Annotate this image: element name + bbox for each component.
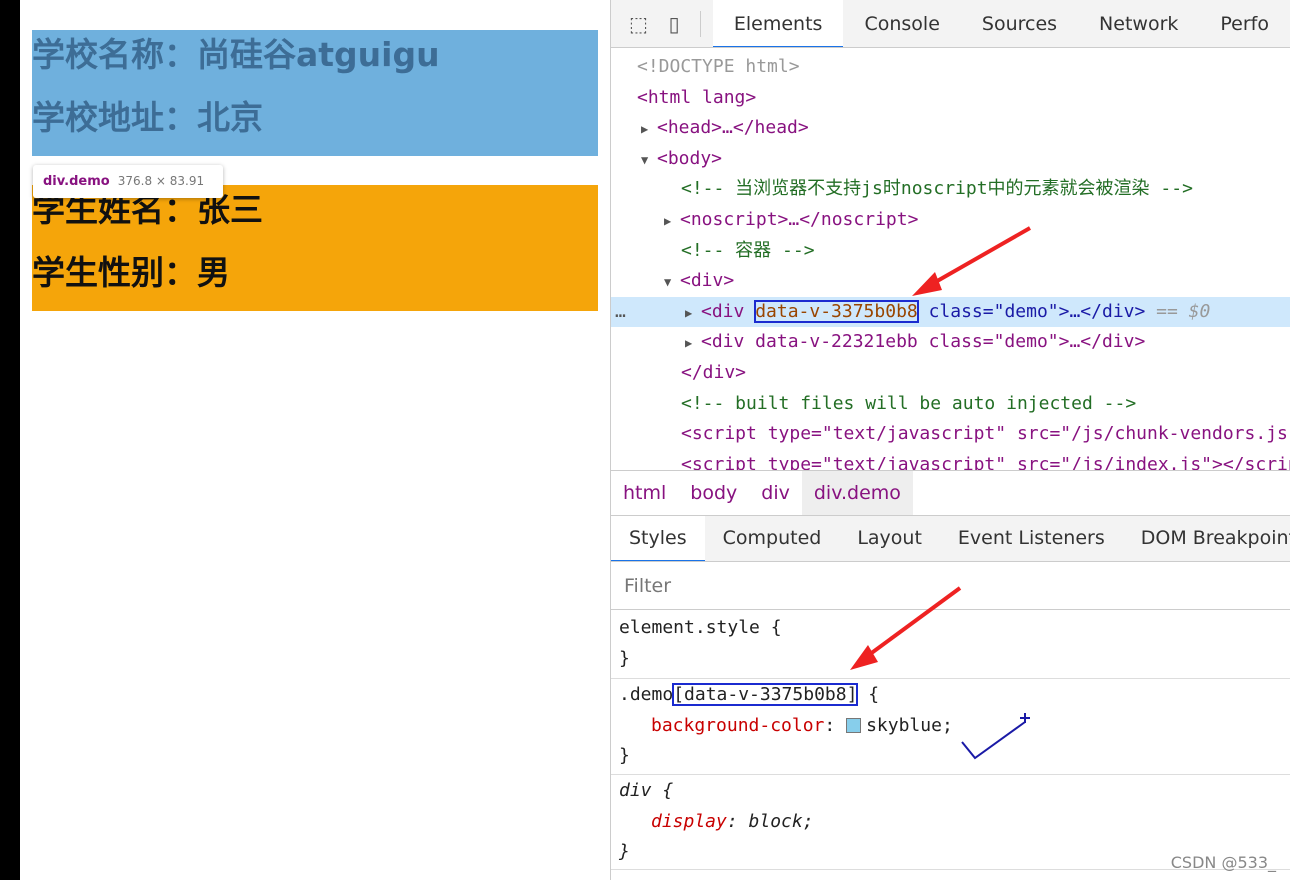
tree-node-div-close[interactable]: </div> (611, 358, 1290, 389)
rule-selector-line: .demo[data-v-3375b0b8] { (619, 680, 1290, 711)
collapse-triangle-icon[interactable]: ▼ (641, 145, 657, 176)
tree-node-comment[interactable]: <!-- 容器 --> (611, 236, 1290, 267)
devtools-panel: ⬚ ▯ Elements Console Sources Network Per… (610, 0, 1290, 880)
rendered-page: 学校名称：尚硅谷atguigu 学校地址：北京 div.demo 376.8 × … (20, 0, 610, 880)
expand-triangle-icon[interactable]: ▶ (641, 114, 657, 145)
css-property: display (651, 810, 727, 832)
breadcrumb-body[interactable]: body (678, 471, 749, 515)
more-dots-icon[interactable]: … (615, 297, 626, 328)
comment-text: <!-- 当浏览器不支持js时noscript中的元素就会被渲染 --> (681, 178, 1193, 200)
css-property: background-color (651, 714, 825, 736)
div-tag-open: <div (701, 300, 756, 322)
rule-selector: .demo (619, 684, 674, 705)
scoped-attr-selector-highlight: [data-v-3375b0b8] (672, 683, 859, 706)
tree-node-selected-div[interactable]: … ▶ <div data-v-3375b0b8 class="demo">…</… (611, 296, 1290, 329)
tree-node-body[interactable]: ▼ <body> (611, 144, 1290, 175)
script-tag: <script type="text/javascript" src="/js/… (681, 453, 1290, 470)
html-tag: <html lang> (637, 86, 757, 108)
tab-styles[interactable]: Styles (611, 516, 705, 561)
css-value: block (748, 810, 803, 832)
school-demo-box[interactable]: 学校名称：尚硅谷atguigu 学校地址：北京 (32, 30, 598, 156)
tree-node-head[interactable]: ▶ <head>…</head> (611, 113, 1290, 144)
noscript-tag: <noscript>…</noscript> (680, 208, 919, 230)
student-demo-box[interactable]: 学生姓名：张三 学生性别：男 (32, 185, 598, 311)
expand-triangle-icon[interactable]: ▶ (685, 298, 701, 329)
tooltip-selector: div.demo (43, 174, 110, 189)
device-toggle-icon[interactable]: ▯ (666, 11, 682, 37)
breadcrumb-div-demo[interactable]: div.demo (801, 471, 913, 515)
tab-sources[interactable]: Sources (961, 0, 1078, 47)
watermark: CSDN @533_ (1170, 853, 1276, 872)
expand-triangle-icon[interactable]: ▶ (685, 328, 701, 359)
rule-selector: element.style { (619, 617, 782, 638)
tooltip-size: 376.8 × 83.91 (117, 174, 205, 188)
school-address: 学校地址：北京 (32, 98, 263, 137)
div-close-tag: </div> (681, 361, 747, 383)
tab-dom-breakpoints[interactable]: DOM Breakpoints (1123, 516, 1290, 561)
tab-network[interactable]: Network (1078, 0, 1199, 47)
selected-marker: == $0 (1156, 300, 1211, 322)
element-style-rule: element.style { } (611, 613, 1290, 679)
script-tag: <script type="text/javascript" src="/js/… (681, 423, 1290, 445)
tree-node-html[interactable]: <html lang> (611, 83, 1290, 114)
divider (700, 10, 701, 37)
scoped-attr-highlight: data-v-3375b0b8 (754, 299, 919, 323)
tree-node-div[interactable]: ▼ <div> (611, 266, 1290, 297)
body-tag: <body> (657, 147, 723, 169)
dom-tree: <!DOCTYPE html> <html lang> ▶ <head>…</he… (611, 52, 1290, 470)
tree-node-div[interactable]: ▶ <div data-v-22321ebb class="demo">…</di… (611, 327, 1290, 358)
tab-performance[interactable]: Perfo (1199, 0, 1290, 47)
comment-text: <!-- 容器 --> (681, 239, 815, 261)
comment-text: <!-- built files will be auto injected -… (681, 392, 1137, 414)
tab-event-listeners[interactable]: Event Listeners (940, 516, 1123, 561)
tab-layout[interactable]: Layout (839, 516, 940, 561)
rule-selector: div { (619, 780, 674, 801)
css-value: skyblue (866, 714, 942, 736)
tree-node-noscript[interactable]: ▶ <noscript>…</noscript> (611, 205, 1290, 236)
tree-node-comment[interactable]: <!-- 当浏览器不支持js时noscript中的元素就会被渲染 --> (611, 174, 1290, 205)
breadcrumb-div[interactable]: div (749, 471, 802, 515)
tab-computed[interactable]: Computed (705, 516, 840, 561)
devtools-tabbar: ⬚ ▯ Elements Console Sources Network Per… (611, 0, 1290, 48)
tree-node-doctype[interactable]: <!DOCTYPE html> (611, 52, 1290, 83)
css-declaration[interactable]: background-color: skyblue; (619, 711, 1290, 742)
styles-tabbar: Styles Computed Layout Event Listeners D… (611, 516, 1290, 562)
tab-elements[interactable]: Elements (712, 0, 844, 47)
head-tag: <head>…</head> (657, 117, 809, 139)
tree-node-script[interactable]: <script type="text/javascript" src="/js/… (611, 450, 1290, 470)
rule-close: } (619, 745, 630, 766)
div-tag: <div data-v-22321ebb class="demo">…</div… (701, 331, 1146, 353)
rule-open: { (857, 684, 880, 705)
css-declaration: display: block; (651, 810, 814, 832)
class-attr: class="demo">…</div> (917, 300, 1146, 322)
expand-triangle-icon[interactable]: ▶ (664, 206, 680, 237)
color-swatch[interactable] (846, 717, 862, 733)
student-gender: 学生性别：男 (32, 253, 230, 292)
left-edge (0, 0, 20, 880)
rule-close: } (619, 647, 630, 669)
tree-node-script[interactable]: <script type="text/javascript" src="/js/… (611, 419, 1290, 450)
breadcrumb: html body div div.demo (611, 470, 1290, 516)
school-name: 学校名称：尚硅谷atguigu (32, 35, 440, 74)
demo-scoped-rule: .demo[data-v-3375b0b8] { background-colo… (611, 680, 1290, 775)
inspect-cursor-icon[interactable]: ⬚ (629, 11, 648, 37)
styles-filter-input[interactable]: Filter (611, 563, 1290, 610)
div-tag: <div> (680, 270, 735, 292)
collapse-triangle-icon[interactable]: ▼ (664, 267, 680, 298)
breadcrumb-html[interactable]: html (611, 471, 678, 515)
doctype-text: <!DOCTYPE html> (637, 56, 800, 77)
tree-node-comment[interactable]: <!-- built files will be auto injected -… (611, 389, 1290, 420)
inspect-tooltip: div.demo 376.8 × 83.91 (33, 165, 223, 198)
tab-console[interactable]: Console (843, 0, 960, 47)
